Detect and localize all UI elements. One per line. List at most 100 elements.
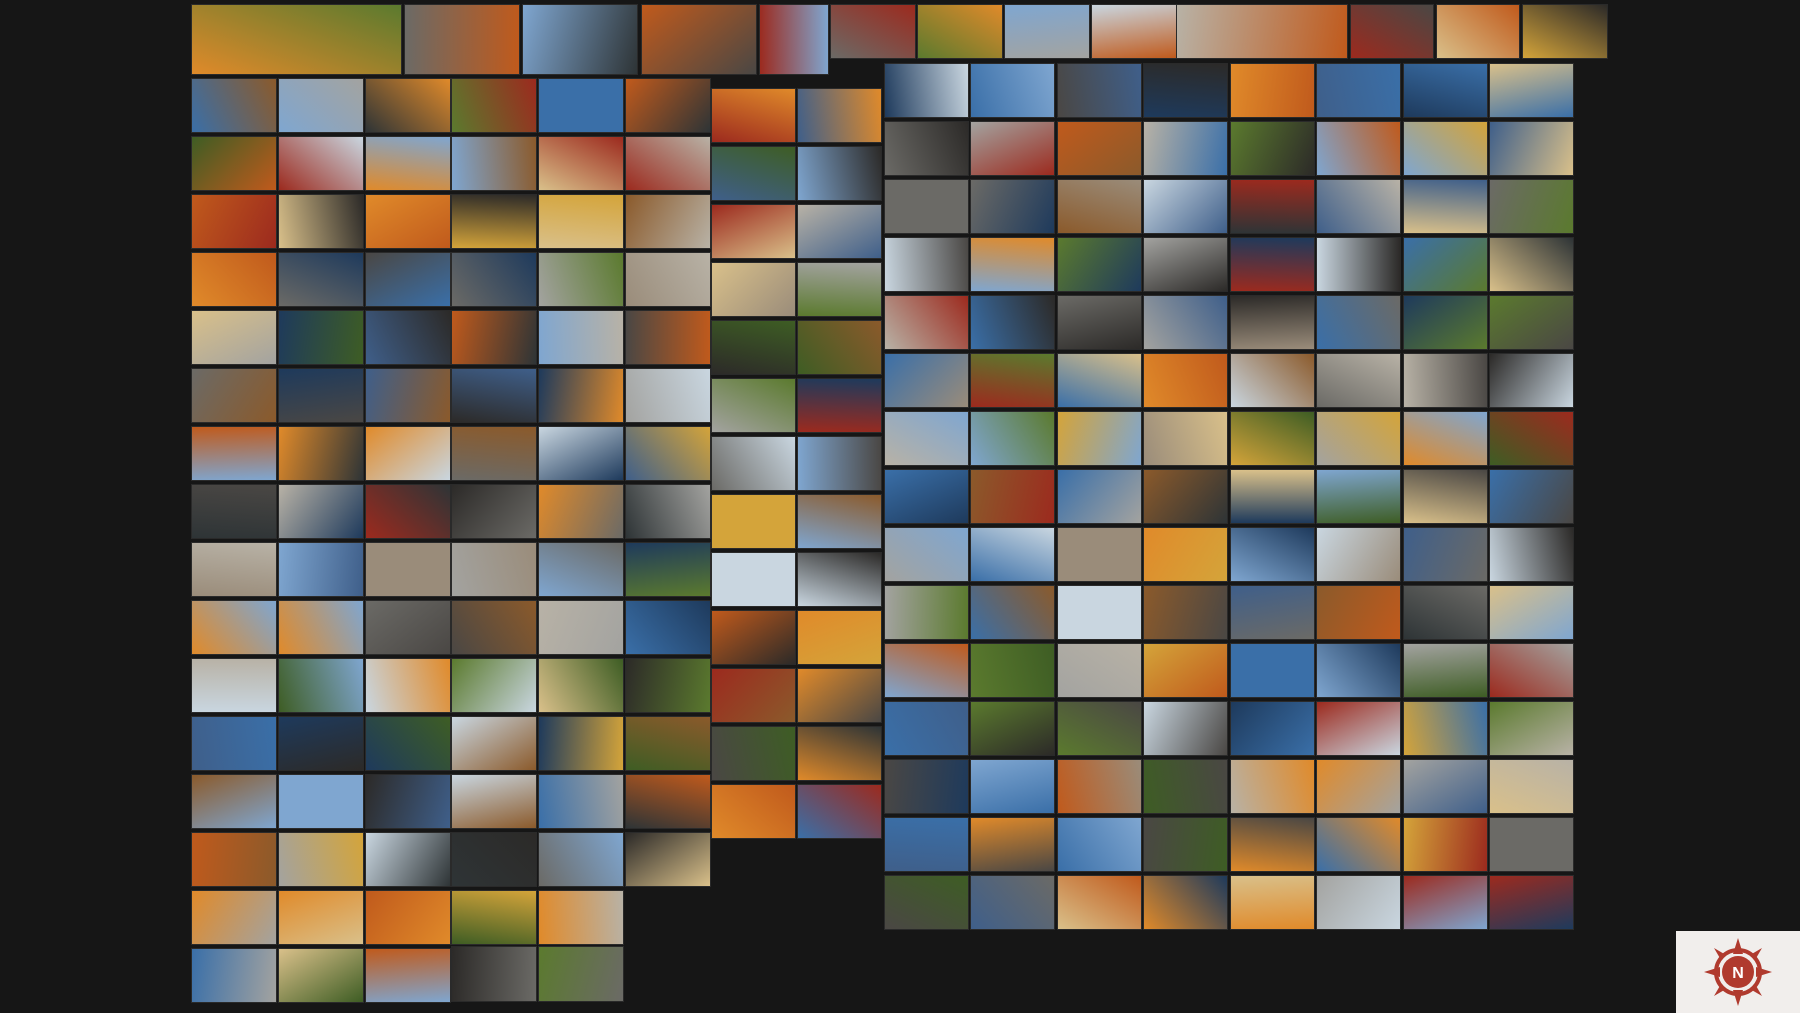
photo-thumbnail[interactable] [1489, 179, 1574, 234]
photo-thumbnail[interactable] [365, 890, 451, 945]
photo-thumbnail[interactable] [451, 542, 537, 597]
photo-thumbnail[interactable] [1316, 295, 1401, 350]
photo-thumbnail[interactable] [1143, 63, 1228, 118]
photo-thumbnail[interactable] [625, 832, 711, 887]
photo-thumbnail[interactable] [1316, 527, 1401, 582]
photo-thumbnail[interactable] [711, 88, 796, 143]
photo-thumbnail[interactable] [538, 716, 624, 771]
photo-thumbnail[interactable] [278, 484, 364, 539]
photo-thumbnail[interactable] [797, 610, 882, 665]
photo-thumbnail[interactable] [191, 484, 277, 539]
photo-thumbnail[interactable] [1489, 469, 1574, 524]
photo-thumbnail[interactable] [797, 726, 882, 781]
photo-thumbnail[interactable] [1057, 179, 1142, 234]
photo-thumbnail[interactable] [1230, 295, 1315, 350]
photo-thumbnail[interactable] [451, 252, 537, 307]
photo-thumbnail[interactable] [830, 4, 916, 59]
photo-thumbnail[interactable] [884, 411, 969, 466]
photo-thumbnail[interactable] [970, 759, 1055, 814]
photo-thumbnail[interactable] [1316, 759, 1401, 814]
photo-thumbnail[interactable] [1403, 295, 1488, 350]
photo-thumbnail[interactable] [1057, 875, 1142, 930]
photo-thumbnail[interactable] [278, 948, 364, 1003]
photo-thumbnail[interactable] [1403, 817, 1488, 872]
photo-thumbnail[interactable] [191, 948, 277, 1003]
photo-thumbnail[interactable] [191, 542, 277, 597]
photo-thumbnail[interactable] [625, 716, 711, 771]
photo-thumbnail[interactable] [365, 252, 451, 307]
photo-thumbnail[interactable] [1057, 237, 1142, 292]
photo-thumbnail[interactable] [278, 600, 364, 655]
photo-thumbnail[interactable] [625, 658, 711, 713]
photo-thumbnail[interactable] [884, 353, 969, 408]
photo-thumbnail[interactable] [797, 146, 882, 201]
photo-thumbnail[interactable] [1230, 353, 1315, 408]
photo-thumbnail[interactable] [970, 179, 1055, 234]
photo-thumbnail[interactable] [884, 179, 969, 234]
photo-thumbnail[interactable] [1230, 759, 1315, 814]
photo-thumbnail[interactable] [1489, 295, 1574, 350]
photo-thumbnail[interactable] [711, 552, 796, 607]
photo-thumbnail[interactable] [1230, 701, 1315, 756]
photo-thumbnail[interactable] [1057, 527, 1142, 582]
photo-thumbnail[interactable] [278, 890, 364, 945]
photo-thumbnail[interactable] [711, 320, 796, 375]
photo-thumbnail[interactable] [278, 426, 364, 481]
photo-thumbnail[interactable] [365, 832, 451, 887]
photo-thumbnail[interactable] [538, 78, 624, 133]
photo-thumbnail[interactable] [522, 4, 638, 75]
photo-thumbnail[interactable] [1403, 759, 1488, 814]
photo-thumbnail[interactable] [797, 552, 882, 607]
photo-thumbnail[interactable] [451, 600, 537, 655]
photo-thumbnail[interactable] [365, 484, 451, 539]
photo-thumbnail[interactable] [797, 320, 882, 375]
photo-thumbnail[interactable] [1230, 817, 1315, 872]
photo-thumbnail[interactable] [1230, 63, 1315, 118]
photo-thumbnail[interactable] [191, 426, 277, 481]
photo-thumbnail[interactable] [1489, 875, 1574, 930]
photo-thumbnail[interactable] [191, 832, 277, 887]
photo-thumbnail[interactable] [625, 426, 711, 481]
photo-thumbnail[interactable] [538, 252, 624, 307]
photo-thumbnail[interactable] [1316, 875, 1401, 930]
photo-thumbnail[interactable] [538, 136, 624, 191]
photo-thumbnail[interactable] [1489, 353, 1574, 408]
photo-thumbnail[interactable] [1489, 63, 1574, 118]
photo-thumbnail[interactable] [1403, 875, 1488, 930]
photo-thumbnail[interactable] [365, 542, 451, 597]
photo-thumbnail[interactable] [191, 136, 277, 191]
photo-thumbnail[interactable] [1489, 585, 1574, 640]
photo-thumbnail[interactable] [451, 194, 537, 249]
photo-thumbnail[interactable] [970, 875, 1055, 930]
photo-thumbnail[interactable] [1230, 179, 1315, 234]
photo-thumbnail[interactable] [538, 946, 624, 1002]
photo-thumbnail[interactable] [278, 310, 364, 365]
photo-thumbnail[interactable] [1230, 121, 1315, 176]
photo-thumbnail[interactable] [278, 774, 364, 829]
photo-thumbnail[interactable] [1316, 353, 1401, 408]
photo-thumbnail[interactable] [711, 146, 796, 201]
photo-thumbnail[interactable] [1057, 701, 1142, 756]
photo-thumbnail[interactable] [625, 136, 711, 191]
photo-thumbnail[interactable] [1489, 527, 1574, 582]
photo-thumbnail[interactable] [711, 204, 796, 259]
photo-thumbnail[interactable] [970, 643, 1055, 698]
photo-thumbnail[interactable] [711, 262, 796, 317]
photo-thumbnail[interactable] [625, 252, 711, 307]
photo-thumbnail[interactable] [884, 469, 969, 524]
photo-thumbnail[interactable] [1230, 585, 1315, 640]
photo-thumbnail[interactable] [1057, 469, 1142, 524]
photo-thumbnail[interactable] [797, 204, 882, 259]
photo-thumbnail[interactable] [1316, 237, 1401, 292]
photo-thumbnail[interactable] [1489, 643, 1574, 698]
photo-thumbnail[interactable] [1489, 759, 1574, 814]
photo-thumbnail[interactable] [1143, 469, 1228, 524]
photo-thumbnail[interactable] [1316, 121, 1401, 176]
photo-thumbnail[interactable] [1403, 411, 1488, 466]
photo-thumbnail[interactable] [538, 774, 624, 829]
photo-thumbnail[interactable] [1489, 237, 1574, 292]
photo-thumbnail[interactable] [1403, 353, 1488, 408]
photo-thumbnail[interactable] [451, 946, 537, 1002]
photo-thumbnail[interactable] [884, 585, 969, 640]
photo-thumbnail[interactable] [365, 310, 451, 365]
